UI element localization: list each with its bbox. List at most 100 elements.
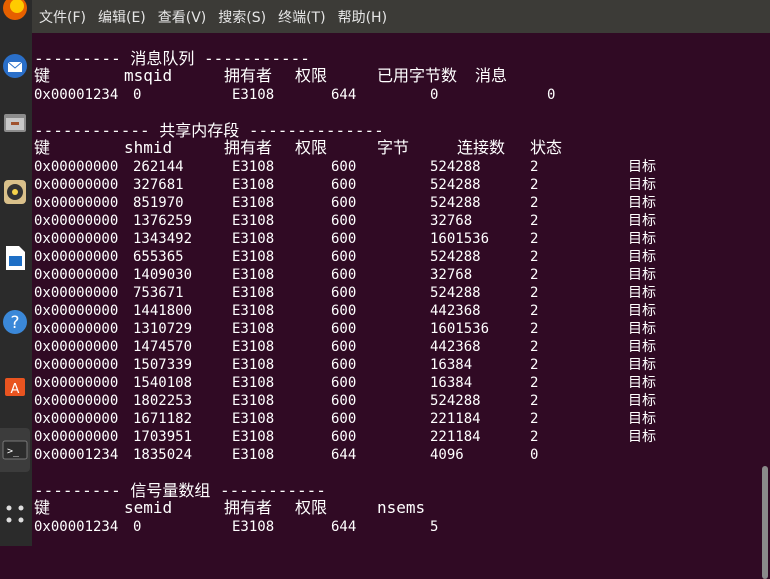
table-cell: 442368 [430,339,481,355]
menu-edit[interactable]: 编辑(E) [98,7,146,27]
table-cell: E3108 [232,231,275,247]
table-cell: 600 [331,231,357,247]
table-cell: 2 [530,267,539,283]
table-cell: 0x00000000 [34,249,119,265]
table-cell: 600 [331,285,357,301]
table-cell: 524288 [430,393,481,409]
table-cell: 524288 [430,285,481,301]
table-cell: 851970 [133,195,184,211]
table-cell: 2 [530,159,539,175]
table-cell: 2 [530,231,539,247]
table-cell: E3108 [232,393,275,409]
table-cell: 32768 [430,213,473,229]
table-cell: 655365 [133,249,184,265]
column-header: 权限 [295,138,328,157]
table-cell: 0 [547,87,556,103]
table-cell: 16384 [430,357,473,373]
table-cell: 1376259 [133,213,193,229]
table-cell: 0x00000000 [34,285,119,301]
table-cell: 1441800 [133,303,193,319]
table-cell: 524288 [430,249,481,265]
table-cell: E3108 [232,177,275,193]
table-cell: 0 [530,447,539,463]
column-header: 消息 [475,66,508,85]
terminal-menubar: 文件(F) 编辑(E) 查看(V) 搜索(S) 终端(T) 帮助(H) [32,0,770,33]
table-cell: 0x00000000 [34,393,119,409]
table-cell: 1601536 [430,321,490,337]
terminal-output[interactable]: --------- 消息队列 ----------- 键 msqid 拥有者 权限 已用字… [32,33,756,546]
table-cell: 2 [530,213,539,229]
table-cell: 1409030 [133,267,193,283]
launcher-dock: ? A >_ [0,0,32,546]
table-cell: 目标 [628,213,656,229]
column-header: 拥有者 [224,138,273,157]
help-icon[interactable]: ? [0,300,30,344]
table-cell: 0x00000000 [34,429,119,445]
table-cell: E3108 [232,321,275,337]
table-cell: 2 [530,411,539,427]
table-cell: 目标 [628,177,656,193]
table-cell: E3108 [232,447,275,463]
rhythmbox-icon[interactable] [0,170,30,214]
table-cell: 目标 [628,357,656,373]
table-cell: 2 [530,303,539,319]
table-cell: 0x00000000 [34,375,119,391]
table-cell: 600 [331,357,357,373]
software-center-icon[interactable]: A [0,362,30,406]
table-cell: 2 [530,177,539,193]
table-cell: 2 [530,339,539,355]
svg-text:>_: >_ [7,446,20,457]
table-cell: E3108 [232,87,275,103]
menu-terminal[interactable]: 终端(T) [278,7,325,27]
show-applications-icon[interactable] [0,492,30,536]
table-cell: 2 [530,375,539,391]
menu-file[interactable]: 文件(F) [39,7,86,27]
table-cell: 0x00000000 [34,177,119,193]
table-cell: 2 [530,393,539,409]
table-cell: E3108 [232,357,275,373]
table-cell: 1343492 [133,231,193,247]
table-cell: 0x00000000 [34,213,119,229]
menu-search[interactable]: 搜索(S) [218,7,266,27]
menu-view[interactable]: 查看(V) [158,7,207,27]
svg-text:A: A [11,382,20,397]
table-cell: 221184 [430,411,481,427]
table-cell: 1507339 [133,357,193,373]
files-icon[interactable] [0,100,30,144]
table-cell: E3108 [232,213,275,229]
table-cell: 目标 [628,285,656,301]
table-cell: 0x00001234 [34,87,119,103]
table-cell: 目标 [628,195,656,211]
table-cell: 0x00000000 [34,267,119,283]
table-cell: 0x00000000 [34,339,119,355]
firefox-icon[interactable] [0,0,30,30]
terminal-icon[interactable]: >_ [0,428,30,472]
table-cell: 1540108 [133,375,193,391]
table-cell: 753671 [133,285,184,301]
table-cell: 目标 [628,231,656,247]
menu-help[interactable]: 帮助(H) [338,7,387,27]
table-cell: 600 [331,303,357,319]
table-cell: 2 [530,321,539,337]
column-header: shmid [124,138,173,157]
terminal-scrollbar[interactable] [756,33,770,579]
table-cell: E3108 [232,303,275,319]
section-title-text: ------------ 共享内存段 -------------- [34,121,384,140]
column-header: 状态 [530,138,563,157]
column-header: 键 [34,66,51,85]
table-cell: 600 [331,429,357,445]
table-cell: 目标 [628,339,656,355]
table-cell: 600 [331,339,357,355]
thunderbird-icon[interactable] [0,44,30,88]
table-cell: 2 [530,357,539,373]
table-cell: 目标 [628,321,656,337]
table-cell: 600 [331,195,357,211]
table-cell: E3108 [232,195,275,211]
scrollbar-thumb[interactable] [762,466,768,579]
table-cell: 2 [530,429,539,445]
table-cell: 0x00000000 [34,321,119,337]
table-cell: E3108 [232,159,275,175]
table-cell: 目标 [628,375,656,391]
table-cell: 目标 [628,249,656,265]
writer-icon[interactable] [0,236,30,280]
